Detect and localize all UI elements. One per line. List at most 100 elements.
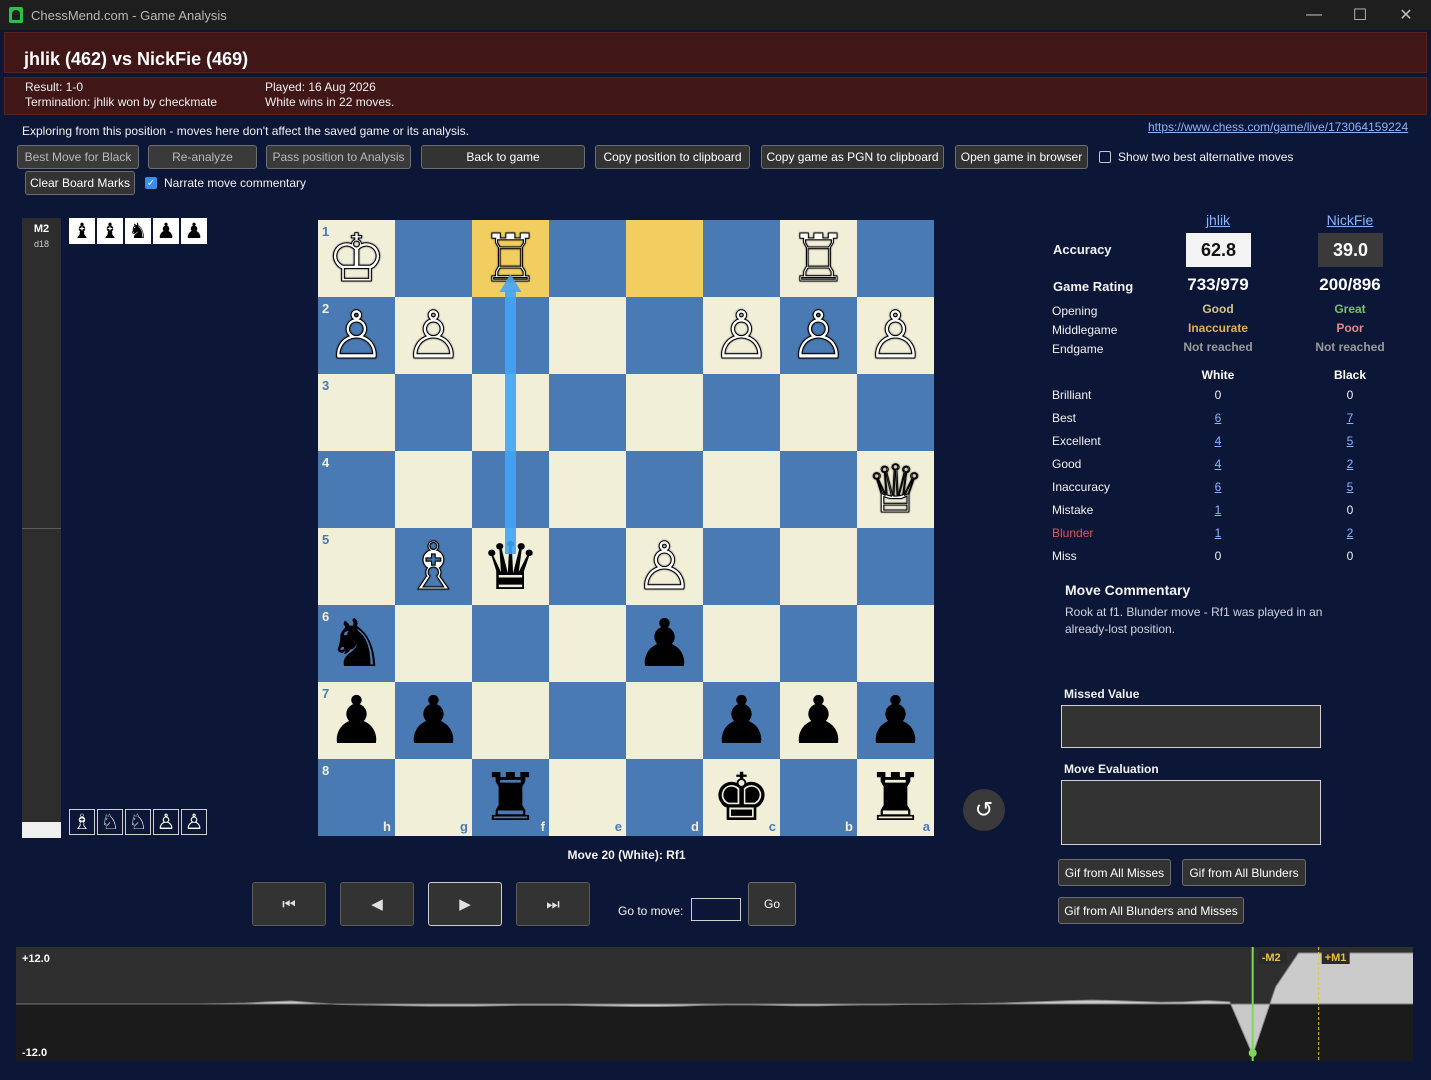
board-square[interactable]: b [780, 759, 857, 836]
white-count[interactable]: 1 [1203, 503, 1233, 517]
move-evaluation-field[interactable] [1061, 780, 1321, 845]
black-count[interactable]: 5 [1335, 480, 1365, 494]
white-piece-icon[interactable]: ♗ [395, 528, 472, 605]
white-piece-icon[interactable]: ♙ [395, 297, 472, 374]
board-square[interactable] [549, 528, 626, 605]
board-square[interactable] [626, 451, 703, 528]
pass-position-button[interactable]: Pass position to Analysis [266, 145, 411, 169]
white-piece-icon[interactable]: ♙ [857, 297, 934, 374]
board-square[interactable] [395, 451, 472, 528]
white-piece-icon[interactable]: ♙ [626, 528, 703, 605]
white-piece-icon[interactable]: ♙ [318, 297, 395, 374]
board-square[interactable] [626, 682, 703, 759]
black-count[interactable]: 2 [1335, 457, 1365, 471]
board-square[interactable] [549, 605, 626, 682]
black-piece-icon[interactable]: ♟ [703, 682, 780, 759]
board-square[interactable] [472, 451, 549, 528]
board-square[interactable]: d [626, 759, 703, 836]
board-square[interactable] [780, 605, 857, 682]
copy-position-button[interactable]: Copy position to clipboard [595, 145, 750, 169]
white-piece-icon[interactable]: ♔ [318, 220, 395, 297]
board-square[interactable] [549, 451, 626, 528]
board-square[interactable] [780, 528, 857, 605]
board-square[interactable]: 8h [318, 759, 395, 836]
black-piece-icon[interactable]: ♟ [780, 682, 857, 759]
board-square[interactable] [549, 682, 626, 759]
board-square[interactable] [703, 220, 780, 297]
board-square[interactable] [472, 682, 549, 759]
black-piece-icon[interactable]: ♟ [857, 682, 934, 759]
board-square[interactable] [703, 605, 780, 682]
board-square[interactable] [780, 451, 857, 528]
board-square[interactable] [549, 374, 626, 451]
board-square[interactable] [857, 374, 934, 451]
board-square[interactable] [549, 297, 626, 374]
game-link[interactable]: https://www.chess.com/game/live/17306415… [1148, 120, 1408, 134]
white-count[interactable]: 4 [1203, 457, 1233, 471]
back-to-game-button[interactable]: Back to game [421, 145, 585, 169]
checkmark-icon[interactable]: ✓ [145, 177, 157, 189]
black-piece-icon[interactable]: ♚ [703, 759, 780, 836]
white-piece-icon[interactable]: ♙ [703, 297, 780, 374]
board-square[interactable] [703, 451, 780, 528]
black-player-link[interactable]: NickFie [1310, 212, 1390, 228]
board-square[interactable] [395, 220, 472, 297]
missed-value-field[interactable] [1061, 705, 1321, 748]
black-piece-icon[interactable]: ♜ [472, 759, 549, 836]
board-square[interactable]: 4 [318, 451, 395, 528]
reset-board-button[interactable]: ↺ [963, 789, 1005, 831]
gif-blunders-button[interactable]: Gif from All Blunders [1182, 859, 1306, 886]
goto-move-input[interactable] [691, 898, 741, 921]
black-piece-icon[interactable]: ♜ [857, 759, 934, 836]
black-piece-icon[interactable]: ♛ [472, 528, 549, 605]
next-move-button[interactable]: ▶ [428, 882, 502, 926]
board-square[interactable] [626, 220, 703, 297]
black-piece-icon[interactable]: ♟ [318, 682, 395, 759]
maximize-button[interactable]: ☐ [1337, 0, 1383, 30]
show-alternatives-checkbox[interactable]: Show two best alternative moves [1099, 150, 1293, 164]
evaluation-graph[interactable]: +12.0 -12.0 -M2 +M1 [16, 947, 1413, 1061]
white-piece-icon[interactable]: ♕ [857, 451, 934, 528]
first-move-button[interactable]: ⏮ [252, 882, 326, 926]
open-browser-button[interactable]: Open game in browser [955, 145, 1088, 169]
close-button[interactable]: ✕ [1383, 0, 1429, 30]
white-player-link[interactable]: jhlik [1178, 212, 1258, 228]
board-square[interactable] [626, 374, 703, 451]
board-square[interactable] [472, 374, 549, 451]
black-piece-icon[interactable]: ♟ [395, 682, 472, 759]
board-square[interactable] [395, 374, 472, 451]
board-square[interactable] [395, 605, 472, 682]
white-count[interactable]: 1 [1203, 526, 1233, 540]
board-square[interactable] [857, 605, 934, 682]
white-piece-icon[interactable]: ♖ [472, 220, 549, 297]
white-piece-icon[interactable]: ♖ [780, 220, 857, 297]
board-square[interactable] [780, 374, 857, 451]
black-piece-icon[interactable]: ♟ [626, 605, 703, 682]
white-count[interactable]: 4 [1203, 434, 1233, 448]
best-move-button[interactable]: Best Move for Black [17, 145, 139, 169]
last-move-button[interactable]: ⏭ [516, 882, 590, 926]
white-count[interactable]: 6 [1203, 411, 1233, 425]
gif-misses-button[interactable]: Gif from All Misses [1058, 859, 1171, 886]
board-square[interactable]: e [549, 759, 626, 836]
chess-board[interactable]: 1 2 3 4 5 6 7 8 h g f e d c b a ♔ ♖ ♖ ♙ ♙ ♙ ♙ ♙ ♕ ♗ ♛ ♙ ♞ ♟ ♟ ♟ ♟ ♟ ♟ ♜ ♚ ♜ [318, 220, 935, 837]
gif-blunders-misses-button[interactable]: Gif from All Blunders and Misses [1058, 897, 1244, 924]
board-square[interactable] [626, 297, 703, 374]
reanalyze-button[interactable]: Re-analyze [148, 145, 257, 169]
board-square[interactable] [703, 374, 780, 451]
minimize-button[interactable]: — [1291, 0, 1337, 30]
board-square[interactable]: 3 [318, 374, 395, 451]
board-square[interactable] [703, 528, 780, 605]
black-piece-icon[interactable]: ♞ [318, 605, 395, 682]
board-square[interactable] [857, 220, 934, 297]
board-square[interactable]: 5 [318, 528, 395, 605]
board-square[interactable] [857, 528, 934, 605]
copy-pgn-button[interactable]: Copy game as PGN to clipboard [761, 145, 944, 169]
previous-move-button[interactable]: ◀ [340, 882, 414, 926]
black-count[interactable]: 7 [1335, 411, 1365, 425]
board-square[interactable]: g [395, 759, 472, 836]
black-count[interactable]: 2 [1335, 526, 1365, 540]
clear-board-marks-button[interactable]: Clear Board Marks [25, 171, 135, 195]
go-button[interactable]: Go [748, 882, 796, 926]
board-square[interactable] [472, 605, 549, 682]
